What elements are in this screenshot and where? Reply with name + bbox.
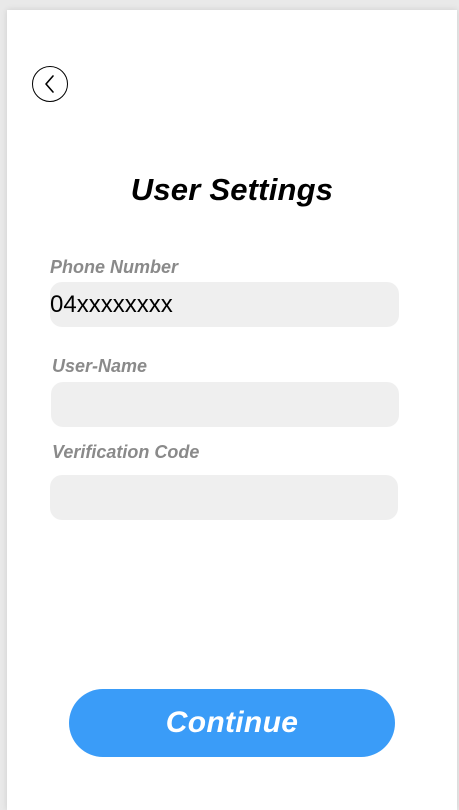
phone-number-label: Phone Number bbox=[50, 257, 179, 277]
username-input[interactable] bbox=[51, 382, 399, 427]
chevron-left-icon bbox=[45, 75, 54, 93]
back-button[interactable] bbox=[32, 66, 68, 102]
verification-code-input[interactable] bbox=[50, 475, 398, 520]
phone-number-input[interactable] bbox=[50, 282, 399, 327]
page-title: User Settings bbox=[130, 172, 334, 207]
settings-screen: User Settings Phone Number User-Name Ver… bbox=[7, 10, 457, 810]
continue-button[interactable]: Continue bbox=[69, 689, 395, 757]
verification-code-label: Verification Code bbox=[52, 442, 200, 462]
username-label: User-Name bbox=[52, 356, 148, 376]
